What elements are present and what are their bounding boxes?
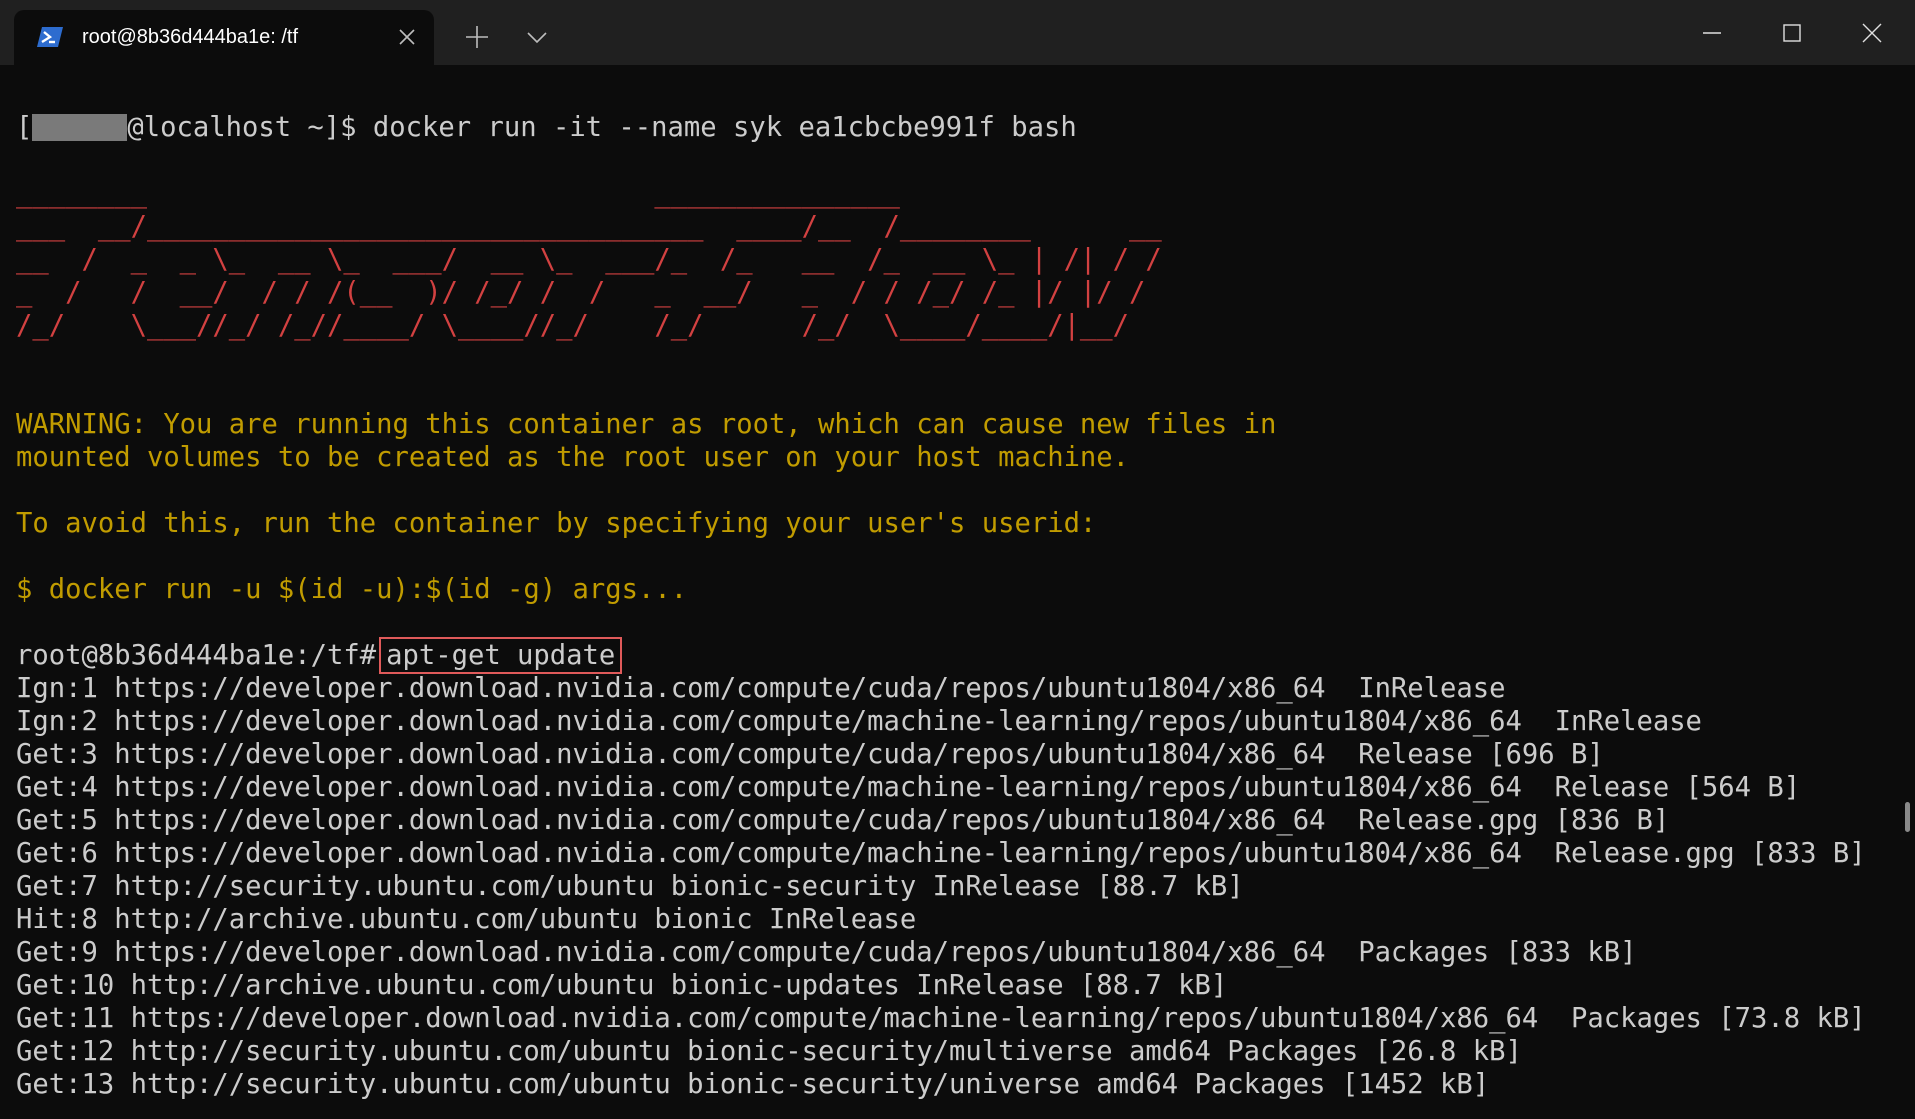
- root-prompt: root@8b36d444ba1e:/tf#: [16, 640, 377, 671]
- title-bar: root@8b36d444ba1e: /tf: [0, 0, 1915, 65]
- terminal-tab[interactable]: root@8b36d444ba1e: /tf: [14, 10, 434, 65]
- avoid-line: To avoid this, run the container by spec…: [16, 508, 1097, 539]
- scrollbar-thumb[interactable]: [1905, 802, 1910, 832]
- highlighted-command: apt-get update: [379, 637, 623, 674]
- output-line: Get:5 https://developer.download.nvidia.…: [16, 805, 1670, 836]
- output-line: Get:3 https://developer.download.nvidia.…: [16, 739, 1604, 770]
- output-line: Ign:2 https://developer.download.nvidia.…: [16, 706, 1702, 737]
- banner-line: /_/ \___//_/ /_//____/ \____//_/ /_/ /_/…: [16, 310, 1130, 341]
- banner-line: _ / / __/ / / /(__ )/ /_/ / / _ __/ _ / …: [16, 277, 1146, 308]
- output-line: Get:7 http://security.ubuntu.com/ubuntu …: [16, 871, 1244, 902]
- output-line: Get:4 https://developer.download.nvidia.…: [16, 772, 1801, 803]
- tab-dropdown-button[interactable]: [522, 22, 552, 52]
- docker-hint-line: $ docker run -u $(id -u):$(id -g) args..…: [16, 574, 688, 605]
- warning-line: mounted volumes to be created as the roo…: [16, 442, 1130, 473]
- output-line: Ign:1 https://developer.download.nvidia.…: [16, 673, 1506, 704]
- minimize-button[interactable]: [1672, 0, 1752, 65]
- close-icon: [399, 29, 415, 45]
- output-line: Get:10 http://archive.ubuntu.com/ubuntu …: [16, 970, 1228, 1001]
- command-line: root@8b36d444ba1e:/tf# apt-get update: [16, 637, 1866, 674]
- banner-line: ________ _______________: [16, 178, 900, 209]
- tab-close-button[interactable]: [396, 26, 418, 48]
- tab-title: root@8b36d444ba1e: /tf: [82, 26, 299, 48]
- minimize-icon: [1703, 31, 1721, 34]
- banner-line: ___ __/_________________________________…: [16, 211, 1162, 242]
- output-line: Get:13 http://security.ubuntu.com/ubuntu…: [16, 1069, 1490, 1100]
- redacted-username: [32, 114, 128, 141]
- warning-line: WARNING: You are running this container …: [16, 409, 1277, 440]
- maximize-icon: [1783, 23, 1801, 42]
- output-line: Hit:8 http://archive.ubuntu.com/ubuntu b…: [16, 904, 917, 935]
- close-icon: [1862, 23, 1882, 42]
- output-line: Get:12 http://security.ubuntu.com/ubuntu…: [16, 1036, 1522, 1067]
- docker-run-line: [@localhost ~]$ docker run -it --name sy…: [16, 112, 1077, 143]
- terminal-output[interactable]: [@localhost ~]$ docker run -it --name sy…: [0, 65, 1903, 1119]
- output-line: Get:11 https://developer.download.nvidia…: [16, 1003, 1866, 1034]
- powershell-icon: [37, 27, 63, 47]
- new-tab-button[interactable]: [462, 22, 492, 52]
- output-line: Get:6 https://developer.download.nvidia.…: [16, 838, 1866, 869]
- maximize-button[interactable]: [1752, 0, 1832, 65]
- window-close-button[interactable]: [1832, 0, 1912, 65]
- output-line: Get:9 https://developer.download.nvidia.…: [16, 937, 1637, 968]
- banner-line: __ / _ _ \_ __ \_ ___/ __ \_ ___/_ /_ __…: [16, 244, 1162, 275]
